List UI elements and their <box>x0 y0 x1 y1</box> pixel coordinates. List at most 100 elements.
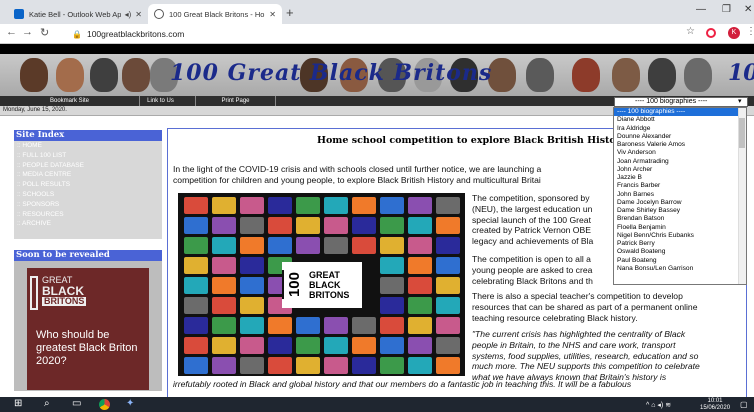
sidebar-item-poll-results[interactable]: :: POLL RESULTS <box>14 180 162 190</box>
dropdown-option[interactable]: Oswald Boateng <box>614 248 746 256</box>
bookmark-star-icon[interactable]: ☆ <box>686 26 695 37</box>
site-index: :: HOME :: FULL 100 LIST :: PEOPLE DATAB… <box>14 141 162 239</box>
link-to-us-link[interactable]: Link to Us <box>126 96 196 106</box>
portrait-image <box>526 58 554 92</box>
poster-tile <box>240 257 264 274</box>
close-window-button[interactable]: ✕ <box>744 4 752 15</box>
poster-tile <box>240 197 264 214</box>
print-page-link[interactable]: Print Page <box>196 96 276 106</box>
poster-tile <box>240 357 264 374</box>
dropdown-option[interactable]: ---- 100 biographies ---- <box>614 108 746 117</box>
dropdown-option[interactable]: Ira Aldridge <box>614 125 746 133</box>
poster-tile <box>408 317 432 334</box>
sidebar-item-archive[interactable]: :: ARCHIVE <box>14 219 162 229</box>
dropdown-option[interactable]: Nana Bonsu/Len Garrison <box>614 265 746 273</box>
poster-tile <box>212 297 236 314</box>
paragraph-sponsor: The competition, sponsored by (NEU), the… <box>472 193 612 247</box>
lock-icon: 🔒 <box>72 29 82 39</box>
sidebar-item-schools[interactable]: :: SCHOOLS <box>14 190 162 200</box>
sidebar-item-full-list[interactable]: :: FULL 100 LIST <box>14 151 162 161</box>
text-line: much more. The NEU supports this competi… <box>472 361 700 372</box>
tab-title: 100 Great Black Britons - Homep <box>169 9 265 19</box>
dropdown-option[interactable]: Joan Armatrading <box>614 158 746 166</box>
poster-words: GREAT BLACK BRITONS <box>309 270 350 300</box>
dropdown-option[interactable]: Viv Anderson <box>614 149 746 157</box>
page-title: Home school competition to explore Black… <box>317 135 627 146</box>
windows-start-icon[interactable]: ⊞ <box>14 398 22 409</box>
dropdown-option[interactable]: Dame Shirley Bassey <box>614 207 746 215</box>
profile-avatar[interactable]: K <box>728 27 740 39</box>
dropdown-option[interactable]: John Barnes <box>614 191 746 199</box>
poster-tile <box>296 237 320 254</box>
dropdown-option[interactable]: John Archer <box>614 166 746 174</box>
search-icon[interactable]: ⌕ <box>44 398 50 409</box>
notification-icon[interactable]: ▢ <box>740 400 748 409</box>
url-field[interactable]: 🔒 100greatblackbritons.com <box>72 26 672 42</box>
portrait-image <box>684 58 712 92</box>
poster-tile <box>184 277 208 294</box>
poster-label: 100 GREAT BLACK BRITONS <box>282 262 362 308</box>
biographies-select[interactable]: ---- 100 biographies ---- <box>614 97 748 107</box>
task-view-icon[interactable]: ▭ <box>72 398 81 409</box>
dropdown-scroll-thumb[interactable] <box>739 118 745 148</box>
close-tab-icon[interactable]: ✕ <box>135 10 142 19</box>
sidebar-item-resources[interactable]: :: RESOURCES <box>14 210 162 220</box>
poster-tile <box>436 357 460 374</box>
tab-100-great-black-britons[interactable]: 100 Great Black Britons - Homep ✕ <box>148 4 282 24</box>
teams-icon[interactable]: ✦ <box>126 398 134 409</box>
tray-icons[interactable]: ^ ⌂ ◂) ≋ <box>646 401 671 409</box>
dropdown-option[interactable]: Brendan Batson <box>614 215 746 223</box>
dropdown-option[interactable]: Nigel Benn/Chris Eubanks <box>614 232 746 240</box>
dropdown-option[interactable]: Dounne Alexander <box>614 133 746 141</box>
dropdown-option[interactable]: Jazzie B <box>614 174 746 182</box>
url-text: 100greatblackbritons.com <box>86 29 185 39</box>
poster-tile <box>324 197 348 214</box>
dropdown-option[interactable]: Paul Boateng <box>614 257 746 265</box>
sidebar-item-home[interactable]: :: HOME <box>14 141 162 151</box>
dropdown-option[interactable]: Dame Jocelyn Barrow <box>614 199 746 207</box>
poster-tile <box>380 357 404 374</box>
text-line: celebrating Black Britons and th <box>472 275 593 286</box>
poster-tile <box>324 357 348 374</box>
back-arrow-icon[interactable]: ← <box>6 26 17 38</box>
poster-tile <box>408 297 432 314</box>
poster-tile <box>408 357 432 374</box>
poster-tile <box>352 317 376 334</box>
dropdown-option[interactable]: Patrick Berry <box>614 240 746 248</box>
minimize-button[interactable]: — <box>696 4 706 15</box>
text-line: special launch of the 100 Great <box>472 214 591 225</box>
chevron-down-icon[interactable]: ▾ <box>738 97 742 105</box>
forward-arrow-icon[interactable]: → <box>22 26 33 38</box>
dropdown-option[interactable]: Francis Barber <box>614 182 746 190</box>
sidebar-item-sponsors[interactable]: :: SPONSORS <box>14 200 162 210</box>
portrait-image <box>20 58 48 92</box>
site-logo[interactable]: 100 Great Black Britons <box>170 60 492 86</box>
system-clock[interactable]: 10:01 15/06/2020 <box>700 398 730 411</box>
poster-tile <box>184 337 208 354</box>
poster-tile <box>296 337 320 354</box>
new-tab-button[interactable]: + <box>286 5 294 20</box>
outlook-icon <box>14 9 24 19</box>
extension-icon[interactable] <box>706 28 716 38</box>
speaker-icon[interactable]: ◂) <box>125 10 132 19</box>
poster-tile <box>268 357 292 374</box>
dropdown-option[interactable]: Floella Benjamin <box>614 224 746 232</box>
biographies-dropdown-list[interactable]: ---- 100 biographies ---- Diane Abbott I… <box>613 107 747 285</box>
bookmark-site-link[interactable]: Bookmark Site <box>0 96 140 106</box>
close-tab-icon[interactable]: ✕ <box>269 10 276 19</box>
poster-tile <box>296 197 320 214</box>
poster-number: 100 <box>282 270 305 300</box>
tab-outlook[interactable]: Katie Bell - Outlook Web Ap ◂) ✕ <box>8 4 148 24</box>
sidebar-item-people-database[interactable]: :: PEOPLE DATABASE <box>14 161 162 171</box>
dropdown-option[interactable]: Diane Abbott <box>614 116 746 124</box>
poster-tile <box>240 317 264 334</box>
poster-tile <box>240 297 264 314</box>
dropdown-option[interactable]: Baroness Valerie Amos <box>614 141 746 149</box>
menu-icon[interactable]: ⋮ <box>746 26 754 37</box>
reload-icon[interactable]: ↻ <box>40 26 49 39</box>
chrome-icon[interactable] <box>99 399 110 410</box>
poster-tile <box>380 317 404 334</box>
poster-tile <box>380 257 404 274</box>
restore-button[interactable]: ❐ <box>722 4 731 15</box>
sidebar-item-media-centre[interactable]: :: MEDIA CENTRE <box>14 170 162 180</box>
